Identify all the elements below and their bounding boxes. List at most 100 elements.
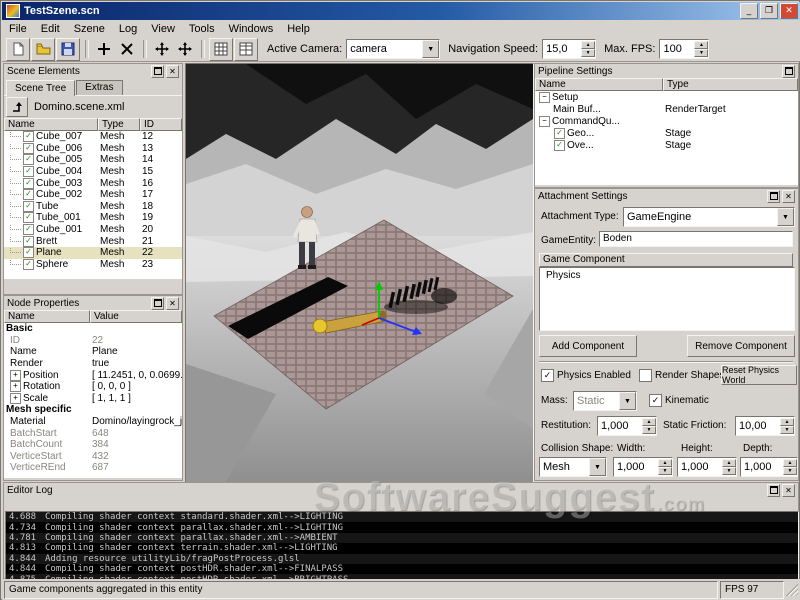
tab-scene-tree[interactable]: Scene Tree — [6, 80, 75, 96]
render-shapes-checkbox[interactable] — [639, 369, 652, 382]
scene-tree-row[interactable]: ✓Cube_006Mesh13 — [4, 143, 182, 155]
remove-component-button[interactable]: Remove Component — [687, 335, 795, 357]
pipeline-row[interactable]: −CommandQu... — [535, 115, 798, 127]
property-row[interactable]: BatchStart648 — [4, 427, 182, 439]
spin-down-icon[interactable]: ▼ — [783, 467, 797, 475]
attachment-titlebar[interactable]: Attachment Settings ✕ — [535, 189, 798, 203]
menu-item-windows[interactable]: Windows — [222, 21, 281, 37]
spinner-arrows[interactable]: ▲▼ — [642, 418, 656, 434]
scene-tree-row[interactable]: ✓Cube_007Mesh12 — [4, 131, 182, 143]
menu-item-view[interactable]: View — [144, 21, 182, 37]
width-spinner[interactable]: 1,000 ▲▼ — [613, 457, 673, 477]
editor-log-titlebar[interactable]: Editor Log ✕ — [4, 483, 798, 497]
checkbox-checked-icon[interactable]: ✓ — [23, 154, 34, 165]
table-view-button[interactable] — [234, 38, 258, 61]
spin-up-icon[interactable]: ▲ — [642, 418, 656, 426]
scene-up-button[interactable] — [6, 97, 28, 117]
spin-down-icon[interactable]: ▼ — [642, 426, 656, 434]
expand-plus-icon[interactable]: + — [10, 370, 21, 381]
physics-enabled-checkbox[interactable]: ✓ — [541, 369, 554, 382]
checkbox-checked-icon[interactable]: ✓ — [23, 178, 34, 189]
new-file-button[interactable] — [6, 38, 30, 61]
reset-physics-button[interactable]: Reset Physics World — [721, 365, 797, 385]
pipeline-row[interactable]: ✓Ove...Stage — [535, 139, 798, 151]
dock-float-icon[interactable] — [767, 190, 780, 203]
pipeline-row[interactable]: ✓Geo...Stage — [535, 127, 798, 139]
spin-up-icon[interactable]: ▲ — [694, 41, 708, 49]
scene-tree-row[interactable]: ✓BrettMesh21 — [4, 235, 182, 247]
spinner-arrows[interactable]: ▲▼ — [694, 41, 708, 57]
scene-tree-row[interactable]: ✓Tube_001Mesh19 — [4, 212, 182, 224]
static-friction-spinner[interactable]: 10,00 ▲▼ — [735, 416, 795, 436]
property-row[interactable]: VerticeStart432 — [4, 451, 182, 463]
viewport-3d[interactable] — [185, 63, 534, 483]
col-id[interactable]: ID — [140, 118, 182, 131]
add-component-button[interactable]: Add Component — [539, 335, 637, 357]
pipeline-titlebar[interactable]: Pipeline Settings — [535, 64, 798, 78]
property-row[interactable]: +Position[ 11.2451, 0, 0.0699... — [4, 369, 182, 381]
spin-down-icon[interactable]: ▼ — [658, 467, 672, 475]
dock-close-icon[interactable]: ✕ — [166, 65, 179, 78]
spin-up-icon[interactable]: ▲ — [780, 418, 794, 426]
menu-item-tools[interactable]: Tools — [182, 21, 222, 37]
dock-float-icon[interactable] — [151, 297, 164, 310]
scene-elements-titlebar[interactable]: Scene Elements ✕ — [4, 64, 182, 78]
title-bar[interactable]: TestSzene.scn _ ❐ ✕ — [2, 2, 800, 20]
log-line[interactable]: 4.688Compiling shader context standard.s… — [6, 512, 798, 522]
component-list-item[interactable]: Physics — [540, 268, 794, 283]
menu-item-log[interactable]: Log — [112, 21, 144, 37]
collapse-minus-icon[interactable]: − — [539, 116, 550, 127]
scene-tree-row[interactable]: ✓Cube_002Mesh17 — [4, 189, 182, 201]
chevron-down-icon[interactable]: ▼ — [777, 208, 794, 226]
height-spinner[interactable]: 1,000 ▲▼ — [677, 457, 737, 477]
scene-tree-body[interactable]: ✓Cube_007Mesh12✓Cube_006Mesh13✓Cube_005M… — [4, 131, 182, 279]
chevron-down-icon[interactable]: ▼ — [619, 392, 636, 410]
pipeline-row[interactable]: −Setup — [535, 91, 798, 103]
chevron-down-icon[interactable]: ▼ — [589, 458, 606, 476]
translate-tool-button[interactable] — [93, 39, 115, 60]
expand-plus-icon[interactable]: + — [10, 393, 21, 404]
spin-up-icon[interactable]: ▲ — [783, 459, 797, 467]
log-line[interactable]: 4.781Compiling shader context parallax.s… — [6, 533, 798, 543]
spin-down-icon[interactable]: ▼ — [581, 49, 595, 57]
dock-close-icon[interactable]: ✕ — [782, 484, 795, 497]
collapse-minus-icon[interactable]: − — [539, 92, 550, 103]
col-name[interactable]: Name — [4, 118, 98, 131]
attachment-type-select[interactable]: GameEngine ▼ — [623, 207, 795, 227]
spinner-arrows[interactable]: ▲▼ — [658, 459, 672, 475]
game-component-header[interactable]: Game Component — [539, 253, 793, 267]
menu-item-file[interactable]: File — [2, 21, 34, 37]
rotate-tool-button[interactable] — [174, 39, 196, 60]
checkbox-checked-icon[interactable]: ✓ — [554, 128, 565, 139]
checkbox-checked-icon[interactable]: ✓ — [23, 247, 34, 258]
spinner-arrows[interactable]: ▲▼ — [722, 459, 736, 475]
col-pipe-name[interactable]: Name — [535, 78, 663, 91]
property-row[interactable]: Rendertrue — [4, 358, 182, 370]
spinner-arrows[interactable]: ▲▼ — [581, 41, 595, 57]
dock-close-icon[interactable]: ✕ — [166, 297, 179, 310]
chevron-down-icon[interactable]: ▼ — [422, 40, 439, 58]
col-pipe-type[interactable]: Type — [663, 78, 798, 91]
component-list[interactable]: Physics — [539, 267, 795, 331]
maximize-button[interactable]: ❐ — [760, 3, 778, 19]
spin-down-icon[interactable]: ▼ — [780, 426, 794, 434]
restitution-spinner[interactable]: 1,000 ▲▼ — [597, 416, 657, 436]
property-row[interactable]: Basic — [4, 323, 182, 335]
menu-item-szene[interactable]: Szene — [67, 21, 112, 37]
property-row[interactable]: ID22 — [4, 335, 182, 347]
active-camera-select[interactable]: camera ▼ — [346, 39, 440, 59]
dock-float-icon[interactable] — [767, 484, 780, 497]
move-tool-button[interactable] — [151, 39, 173, 60]
scene-tree-row[interactable]: ✓SphereMesh23 — [4, 259, 182, 271]
scene-tree-row[interactable]: ✓PlaneMesh22 — [4, 247, 182, 259]
scene-tree-row[interactable]: ✓Cube_003Mesh16 — [4, 177, 182, 189]
col-prop-name[interactable]: Name — [4, 310, 90, 323]
checkbox-checked-icon[interactable]: ✓ — [23, 236, 34, 247]
resize-grip[interactable] — [786, 584, 798, 596]
checkbox-checked-icon[interactable]: ✓ — [23, 143, 34, 154]
scene-tree-row[interactable]: ✓Cube_004Mesh15 — [4, 166, 182, 178]
close-button[interactable]: ✕ — [780, 3, 798, 19]
spin-up-icon[interactable]: ▲ — [722, 459, 736, 467]
checkbox-checked-icon[interactable]: ✓ — [23, 131, 34, 142]
spin-up-icon[interactable]: ▲ — [658, 459, 672, 467]
